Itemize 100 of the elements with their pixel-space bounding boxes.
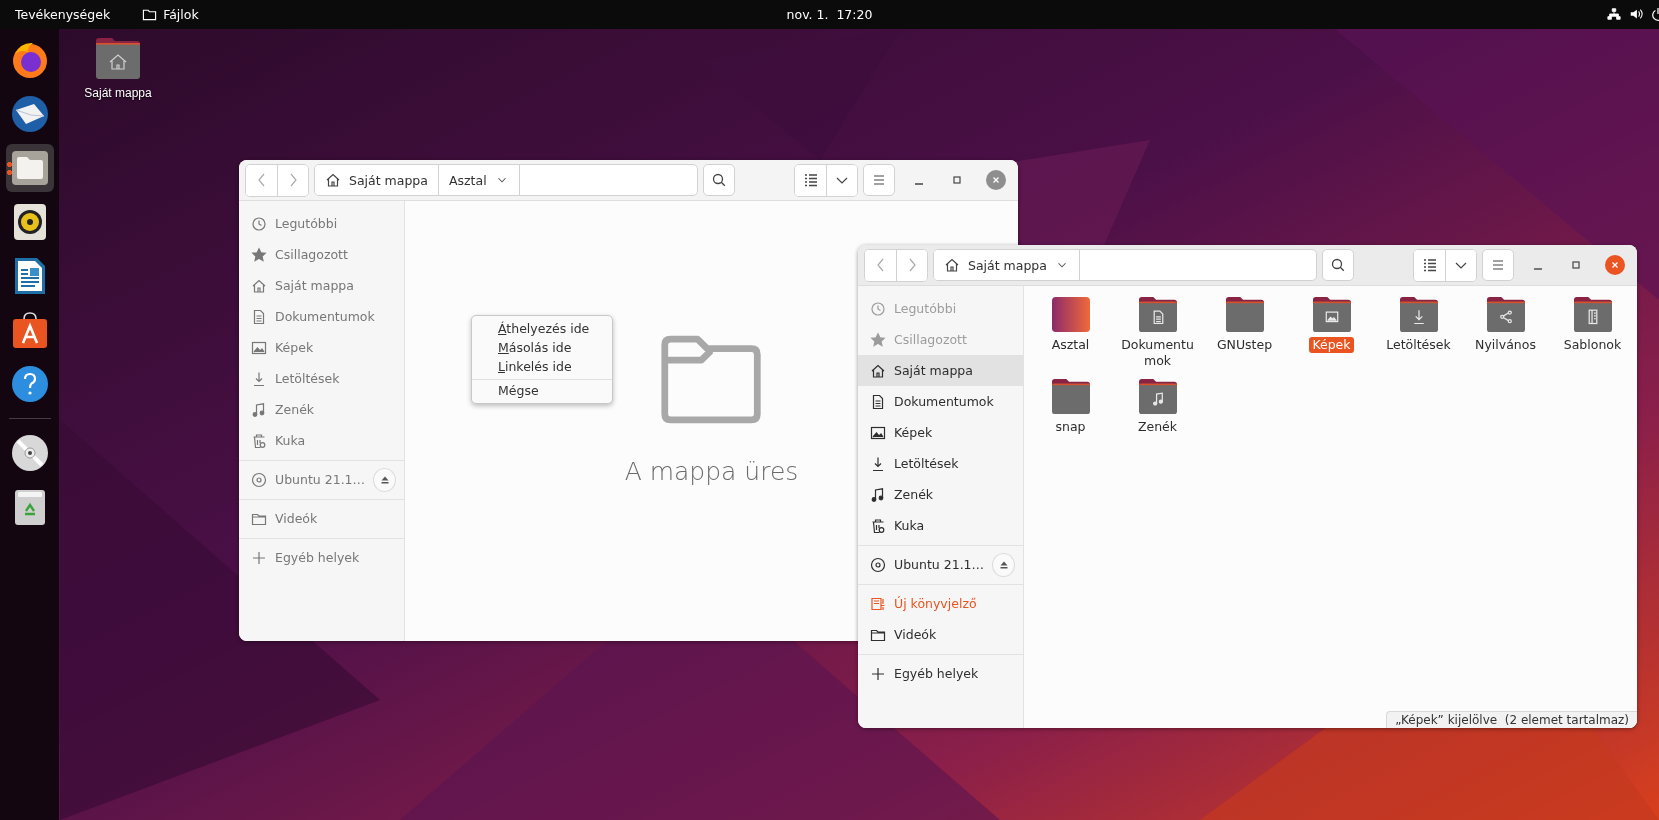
sidebar-item[interactable]: Dokumentumok xyxy=(858,386,1023,417)
crumb-label: Saját mappa xyxy=(349,172,428,188)
folder-item[interactable]: Dokumentumok xyxy=(1117,295,1198,373)
menu-item[interactable]: Mégse xyxy=(472,379,612,400)
search-button[interactable] xyxy=(703,164,735,196)
folder-label: snap xyxy=(1054,419,1087,436)
running-indicator xyxy=(6,162,12,175)
folder-item[interactable]: Képek xyxy=(1291,295,1372,373)
sidebar-label: Videók xyxy=(275,511,318,526)
sidebar-label: Letöltések xyxy=(275,371,340,386)
clock-icon xyxy=(251,215,267,232)
eject-button[interactable] xyxy=(992,552,1015,577)
sidebar-item[interactable]: Videók xyxy=(239,503,404,534)
sidebar-label: Új könyvjelző xyxy=(894,596,977,611)
menu-button[interactable] xyxy=(863,164,895,196)
trash-icon xyxy=(251,432,267,449)
document-icon xyxy=(251,308,267,325)
activities-button[interactable]: Tevékenységek xyxy=(15,7,111,22)
folder-icon xyxy=(1310,295,1353,333)
menu-button[interactable] xyxy=(1482,249,1514,281)
folder-label: Dokumentumok xyxy=(1120,337,1195,370)
folder-label: Zenék xyxy=(1136,419,1179,436)
folder-icon xyxy=(1136,295,1179,333)
sidebar-label: Ubuntu 21.1… xyxy=(894,557,985,572)
sidebar-item[interactable]: Egyéb helyek xyxy=(858,658,1023,689)
folder-icon xyxy=(9,148,50,188)
app-menu[interactable]: Fájlok xyxy=(142,7,199,22)
music-note-icon xyxy=(870,486,886,503)
sidebar-item[interactable]: Ubuntu 21.1… xyxy=(239,464,404,495)
sidebar-label: Csillagozott xyxy=(894,332,967,347)
folder-item[interactable]: Sablonok xyxy=(1552,295,1633,373)
sidebar-item[interactable]: Zenék xyxy=(858,479,1023,510)
sidebar-item[interactable]: Legutóbbi xyxy=(239,208,404,239)
menu-item[interactable]: Áthelyezés ide xyxy=(472,319,612,338)
home-folder-icon xyxy=(94,36,142,80)
sidebar-item[interactable]: Videók xyxy=(858,619,1023,650)
sidebar-item[interactable]: Saját mappa xyxy=(239,270,404,301)
sidebar-item[interactable]: Saját mappa xyxy=(858,355,1023,386)
plus-icon xyxy=(870,665,886,682)
sidebar-label: Kuka xyxy=(894,518,925,533)
sidebar-label: Képek xyxy=(894,425,933,440)
star-icon xyxy=(870,331,886,348)
close-button[interactable] xyxy=(1605,255,1625,275)
sidebar-label: Videók xyxy=(894,627,937,642)
sidebar-item[interactable]: Zenék xyxy=(239,394,404,425)
sidebar-item[interactable]: Képek xyxy=(239,332,404,363)
minimize-icon xyxy=(1534,268,1542,270)
menu-icon xyxy=(871,172,887,188)
sidebar-label: Zenék xyxy=(894,487,934,502)
folder-item[interactable]: Letöltések xyxy=(1378,295,1459,373)
menu-item[interactable]: Linkelés ide xyxy=(472,357,612,376)
help-icon xyxy=(9,364,50,404)
search-button[interactable] xyxy=(1322,249,1354,281)
music-note-icon xyxy=(251,401,267,418)
sidebar-label: Letöltések xyxy=(894,456,959,471)
sidebar-item[interactable]: Kuka xyxy=(858,510,1023,541)
sidebar-item[interactable]: Letöltések xyxy=(239,363,404,394)
folder-icon xyxy=(1397,295,1440,333)
folder-item[interactable]: Zenék xyxy=(1117,377,1198,455)
sidebar-label: Egyéb helyek xyxy=(275,550,360,565)
sidebar-item[interactable]: Kuka xyxy=(239,425,404,456)
clock[interactable]: nov. 1. 17:20 xyxy=(786,7,873,22)
plus-icon xyxy=(251,549,267,566)
folder-label: Asztal xyxy=(1050,337,1091,354)
home-icon xyxy=(251,277,267,294)
network-icon[interactable] xyxy=(1607,7,1621,21)
maximize-icon xyxy=(951,174,963,186)
document-icon xyxy=(870,393,886,410)
sidebar-item[interactable]: Dokumentumok xyxy=(239,301,404,332)
folder-icon xyxy=(1136,377,1179,415)
download-icon xyxy=(870,455,886,472)
path-crumb[interactable]: Saját mappa xyxy=(934,250,1080,280)
folder-label: Letöltések xyxy=(1385,337,1452,354)
eject-button[interactable] xyxy=(373,467,396,492)
close-button[interactable] xyxy=(986,170,1006,190)
folder-item[interactable]: snap xyxy=(1030,377,1111,455)
search-icon xyxy=(1330,257,1346,273)
empty-message: A mappa üres xyxy=(624,457,799,486)
sidebar-label: Csillagozott xyxy=(275,247,348,262)
sidebar-item[interactable]: Egyéb helyek xyxy=(239,542,404,573)
menu-item[interactable]: Másolás ide xyxy=(472,338,612,357)
sidebar-item[interactable]: Csillagozott xyxy=(239,239,404,270)
sidebar-item[interactable]: Ubuntu 21.1… xyxy=(858,549,1023,580)
home-icon xyxy=(870,362,886,379)
dock-button[interactable] xyxy=(5,144,54,192)
folder-icon xyxy=(1484,295,1527,333)
volume-icon[interactable] xyxy=(1629,7,1643,21)
crumb-label: Asztal xyxy=(448,172,487,188)
home-icon xyxy=(944,257,960,273)
sidebar-label: Saját mappa xyxy=(275,278,354,293)
sidebar-item[interactable]: Képek xyxy=(858,417,1023,448)
folder-item[interactable]: Asztal xyxy=(1030,295,1111,373)
folder-item[interactable]: Nyilvános xyxy=(1465,295,1546,373)
sidebar-item[interactable]: Letöltések xyxy=(858,448,1023,479)
sidebar-label: Kuka xyxy=(275,433,306,448)
folder-item[interactable]: GNUstep xyxy=(1204,295,1285,373)
sidebar-label: Ubuntu 21.1… xyxy=(275,472,366,487)
sidebar-label: Saját mappa xyxy=(894,363,973,378)
path-crumb[interactable]: Saját mappa xyxy=(315,165,439,195)
sidebar-label: Dokumentumok xyxy=(894,394,994,409)
